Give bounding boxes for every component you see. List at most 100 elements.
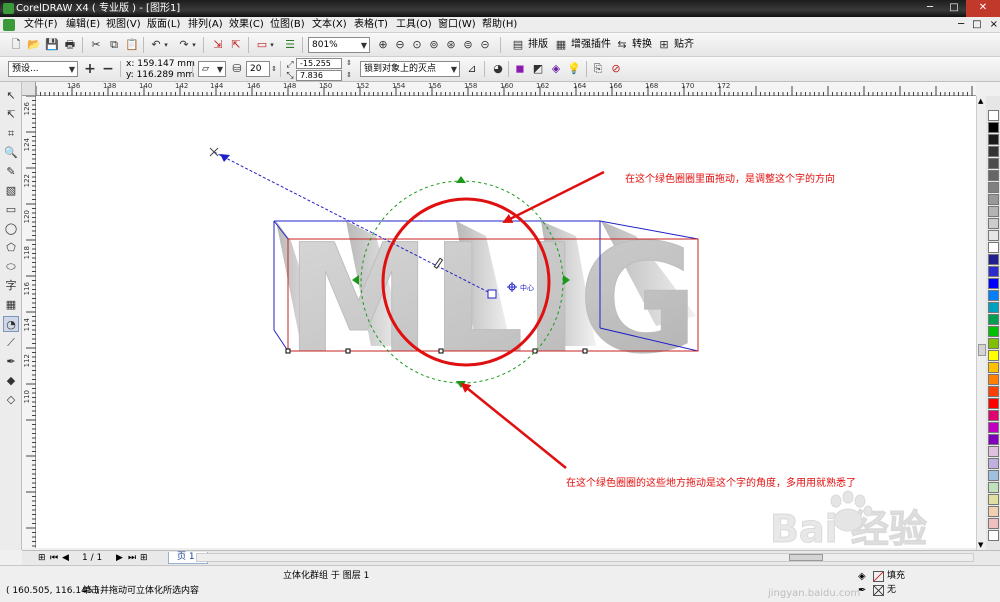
palette-swatch[interactable] bbox=[988, 482, 999, 493]
copy-icon[interactable]: ⧉ bbox=[106, 37, 122, 53]
palette-swatch[interactable] bbox=[988, 170, 999, 181]
maximize-button[interactable]: □ bbox=[942, 0, 966, 17]
depth-input[interactable]: 20 bbox=[246, 61, 270, 77]
launcher-dropdown-icon[interactable]: ▾ bbox=[268, 37, 276, 53]
vp-x-spinner[interactable]: ⇕ bbox=[344, 58, 354, 69]
vanishing-point-lock-select[interactable]: 锁到对象上的灭点 ▼ bbox=[360, 61, 460, 77]
palette-swatch[interactable] bbox=[988, 398, 999, 409]
palette-swatch[interactable] bbox=[988, 458, 999, 469]
open-icon[interactable]: 📂 bbox=[26, 37, 42, 53]
vanishing-point-x-input[interactable]: -15.255 mm bbox=[296, 58, 342, 78]
palette-swatch[interactable] bbox=[988, 518, 999, 529]
outline-tool-icon[interactable]: ✒ bbox=[3, 354, 19, 370]
palette-swatch[interactable] bbox=[988, 254, 999, 265]
paste-icon[interactable]: 📋 bbox=[124, 37, 140, 53]
clear-extrusion-icon[interactable]: ⊘ bbox=[608, 61, 624, 77]
palette-swatch[interactable] bbox=[988, 110, 999, 121]
fill-tool-icon[interactable]: ◆ bbox=[3, 373, 19, 389]
outline-indicator[interactable] bbox=[873, 585, 884, 596]
scroll-down-icon[interactable]: ▼ bbox=[978, 541, 983, 549]
depth-spinner[interactable]: ⇕ bbox=[270, 61, 278, 77]
palette-swatch[interactable] bbox=[988, 350, 999, 361]
menu-help[interactable]: 帮助(H) bbox=[482, 18, 517, 32]
horizontal-scroll-thumb[interactable] bbox=[789, 554, 823, 561]
vanishing-point-properties-icon[interactable]: ⊿ bbox=[464, 61, 480, 77]
print-icon[interactable]: 🖶 bbox=[62, 37, 78, 53]
palette-swatch[interactable] bbox=[988, 314, 999, 325]
preset-select[interactable]: 预设... ▼ bbox=[8, 61, 78, 77]
palette-swatch[interactable] bbox=[988, 506, 999, 517]
drawing-canvas[interactable]: MLIG 中心 在这个绿色圈圈里面拖动，是调整这个字的方向 在这个绿色圈圈的这些… bbox=[36, 96, 976, 548]
extrusion-lighting-icon[interactable]: 💡 bbox=[566, 61, 582, 77]
palette-swatch[interactable] bbox=[988, 422, 999, 433]
zoom-in-icon[interactable]: ⊕ bbox=[375, 37, 391, 53]
palette-swatch[interactable] bbox=[988, 218, 999, 229]
next-page-icon[interactable]: ▶ bbox=[116, 552, 123, 564]
ruler-origin[interactable] bbox=[22, 82, 36, 96]
zoom-height-icon[interactable]: ⊝ bbox=[477, 37, 493, 53]
menu-arrange[interactable]: 排列(A) bbox=[188, 18, 223, 32]
menu-table[interactable]: 表格(T) bbox=[354, 18, 388, 32]
doc-close-button[interactable]: × bbox=[990, 19, 998, 30]
export-icon[interactable]: ⇱ bbox=[228, 37, 244, 53]
undo-dropdown-icon[interactable]: ▾ bbox=[162, 37, 170, 53]
palette-swatch[interactable] bbox=[988, 206, 999, 217]
palette-swatch[interactable] bbox=[988, 374, 999, 385]
eyedropper-tool-icon[interactable]: ⟋ bbox=[3, 335, 19, 351]
menu-tools[interactable]: 工具(O) bbox=[396, 18, 432, 32]
menu-layout[interactable]: 版面(L) bbox=[147, 18, 180, 32]
minimize-button[interactable]: ─ bbox=[918, 0, 942, 17]
palette-swatch[interactable] bbox=[988, 158, 999, 169]
palette-swatch[interactable] bbox=[988, 242, 999, 253]
vertical-ruler[interactable]: 126 124 122 120 118 116 114 112 110 bbox=[22, 96, 36, 548]
interactive-extrude-tool-icon[interactable]: ◔ bbox=[3, 316, 19, 332]
zoom-selected-icon[interactable]: ⊙ bbox=[409, 37, 425, 53]
palette-swatch[interactable] bbox=[988, 470, 999, 481]
shape-tool-icon[interactable]: ↸ bbox=[3, 107, 19, 123]
menu-text[interactable]: 文本(X) bbox=[312, 18, 347, 32]
doc-restore-button[interactable]: □ bbox=[972, 19, 981, 30]
convert-button[interactable]: 转换 bbox=[632, 37, 652, 53]
interactive-fill-tool-icon[interactable]: ◇ bbox=[3, 392, 19, 408]
menu-edit[interactable]: 编辑(E) bbox=[66, 18, 100, 32]
basic-shapes-tool-icon[interactable]: ⬭ bbox=[3, 259, 19, 275]
palette-swatch[interactable] bbox=[988, 134, 999, 145]
document-icon[interactable] bbox=[3, 19, 15, 31]
polygon-tool-icon[interactable]: ⬠ bbox=[3, 240, 19, 256]
extrusion-origin-handle[interactable] bbox=[487, 289, 497, 299]
extrusion-color-icon[interactable]: ◼ bbox=[512, 61, 528, 77]
zoom-page-icon[interactable]: ⊛ bbox=[443, 37, 459, 53]
zoom-tool-icon[interactable]: 🔍 bbox=[3, 145, 19, 161]
object-y-position[interactable]: y: 116.289 mm bbox=[126, 70, 194, 81]
scroll-up-icon[interactable]: ▲ bbox=[978, 97, 983, 105]
menu-window[interactable]: 窗口(W) bbox=[438, 18, 476, 32]
first-page-icon[interactable]: ⏮ bbox=[50, 552, 58, 564]
table-tool-icon[interactable]: ▦ bbox=[3, 297, 19, 313]
rotation-handle-top[interactable] bbox=[456, 176, 466, 183]
vertical-scrollbar[interactable]: ▲ ▼ bbox=[976, 96, 986, 550]
extrusion-depth-color-icon[interactable]: ◈ bbox=[548, 61, 564, 77]
palette-swatch[interactable] bbox=[988, 494, 999, 505]
typeset-button[interactable]: 排版 bbox=[528, 37, 548, 53]
palette-swatch[interactable] bbox=[988, 194, 999, 205]
add-page-before-icon[interactable]: ⊞ bbox=[38, 552, 46, 564]
palette-swatch[interactable] bbox=[988, 434, 999, 445]
pick-tool-icon[interactable]: ↖ bbox=[3, 88, 19, 104]
previous-page-icon[interactable]: ◀ bbox=[62, 552, 69, 564]
doc-minimize-button[interactable]: ─ bbox=[958, 19, 964, 30]
palette-swatch[interactable] bbox=[988, 302, 999, 313]
ellipse-tool-icon[interactable]: ◯ bbox=[3, 221, 19, 237]
horizontal-ruler[interactable]: 136 138 140 142 144 146 148 150 152 154 … bbox=[36, 82, 976, 96]
add-page-after-icon[interactable]: ⊞ bbox=[140, 552, 148, 564]
palette-swatch[interactable] bbox=[988, 278, 999, 289]
palette-swatch[interactable] bbox=[988, 230, 999, 241]
redo-dropdown-icon[interactable]: ▾ bbox=[190, 37, 198, 53]
palette-swatch[interactable] bbox=[988, 290, 999, 301]
menu-effects[interactable]: 效果(C) bbox=[229, 18, 264, 32]
extrusion-bevel-icon[interactable]: ◩ bbox=[530, 61, 546, 77]
palette-swatch[interactable] bbox=[988, 362, 999, 373]
palette-swatch[interactable] bbox=[988, 446, 999, 457]
palette-swatch[interactable] bbox=[988, 182, 999, 193]
enhanced-plugins-button[interactable]: 增强插件 bbox=[571, 37, 611, 53]
menu-view[interactable]: 视图(V) bbox=[106, 18, 141, 32]
